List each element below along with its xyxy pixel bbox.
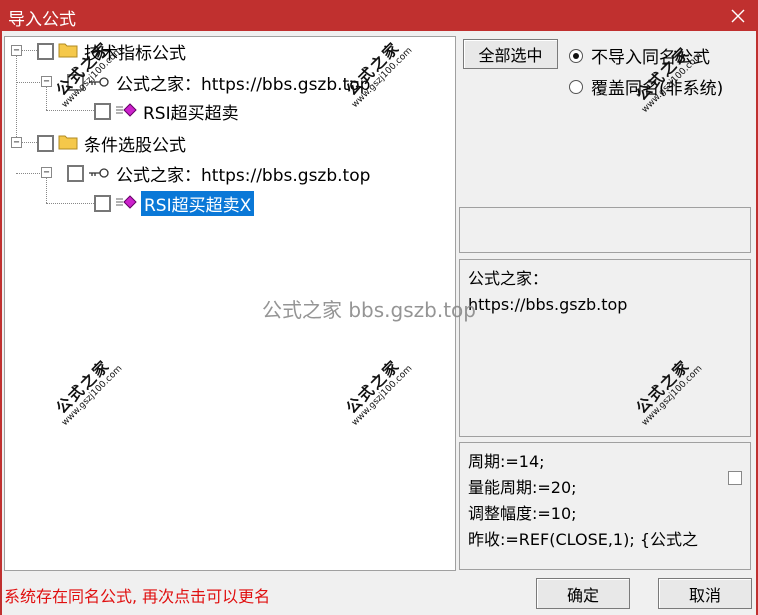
radio-overwrite[interactable]: 覆盖同名(非系统) bbox=[569, 74, 723, 99]
formula-info-text: 公式之家： https://bbs.gszb.top bbox=[468, 266, 627, 318]
node-checkbox[interactable] bbox=[94, 102, 111, 120]
radio-button[interactable] bbox=[569, 79, 583, 94]
close-icon[interactable] bbox=[718, 0, 758, 31]
radio-label: 覆盖同名(非系统) bbox=[591, 79, 724, 99]
code-line: 昨收:=REF(CLOSE,1); {公式之 bbox=[468, 530, 699, 549]
tree-connector bbox=[46, 110, 94, 111]
code-line: 周期:=14; bbox=[468, 452, 545, 471]
tree-node-stock-selection[interactable]: 条件选股公式 bbox=[37, 131, 186, 156]
tree-node-label: 条件选股公式 bbox=[84, 135, 186, 156]
tree-node-label: 技术指标公式 bbox=[84, 43, 186, 64]
node-checkbox[interactable] bbox=[37, 134, 54, 152]
radio-label: 不导入同名公式 bbox=[591, 48, 710, 68]
tree-node-source[interactable]: 公式之家：https://bbs.gszb.top bbox=[67, 70, 371, 95]
collapse-toggle[interactable]: − bbox=[11, 137, 22, 148]
tree-node-label: 公式之家：https://bbs.gszb.top bbox=[116, 74, 371, 95]
tree-node-rsi[interactable]: RSI超买超卖 bbox=[94, 99, 239, 124]
tree-node-tech-indicators[interactable]: 技术指标公式 bbox=[37, 39, 186, 64]
tree-node-label: RSI超买超卖 bbox=[143, 103, 239, 124]
formula-info-box: 公式之家： https://bbs.gszb.top bbox=[459, 259, 751, 437]
code-option-checkbox[interactable] bbox=[728, 471, 742, 485]
select-all-button[interactable]: 全部选中 bbox=[463, 39, 558, 69]
title-bar: 导入公式 bbox=[0, 0, 758, 31]
node-checkbox[interactable] bbox=[94, 194, 111, 212]
node-checkbox[interactable] bbox=[37, 42, 54, 60]
formula-code-text: 周期:=14; 量能周期:=20; 调整幅度:=10; 昨收:=REF(CLOS… bbox=[468, 449, 698, 553]
radio-no-import[interactable]: 不导入同名公式 bbox=[569, 43, 710, 68]
key-icon bbox=[88, 164, 110, 183]
collapse-toggle[interactable]: − bbox=[41, 76, 52, 87]
formula-diamond-icon bbox=[115, 194, 137, 213]
info-line: https://bbs.gszb.top bbox=[468, 295, 628, 314]
ok-button[interactable]: 确定 bbox=[536, 578, 630, 609]
node-checkbox[interactable] bbox=[67, 164, 84, 182]
collapse-toggle[interactable]: − bbox=[11, 45, 22, 56]
watermark-text: 公式之家 bbs.gszb.top bbox=[262, 298, 476, 322]
status-message: 系统存在同名公式, 再次点击可以更名 bbox=[4, 587, 271, 606]
window-title: 导入公式 bbox=[8, 10, 76, 30]
window-border-left bbox=[0, 31, 2, 615]
tree-connector bbox=[46, 203, 94, 204]
formula-diamond-icon bbox=[115, 102, 137, 121]
tree-node-rsi-x[interactable]: RSI超买超卖X bbox=[94, 190, 255, 216]
tree-connector bbox=[16, 82, 40, 83]
formula-code-box[interactable]: 周期:=14; 量能周期:=20; 调整幅度:=10; 昨收:=REF(CLOS… bbox=[459, 442, 751, 570]
cancel-button[interactable]: 取消 bbox=[658, 578, 752, 609]
collapse-toggle[interactable]: − bbox=[41, 167, 52, 178]
code-line: 调整幅度:=10; bbox=[468, 504, 577, 523]
info-line: 公式之家： bbox=[468, 269, 549, 288]
empty-field bbox=[459, 207, 751, 253]
node-checkbox[interactable] bbox=[67, 73, 84, 91]
folder-icon bbox=[58, 41, 78, 62]
radio-button[interactable] bbox=[569, 48, 583, 63]
tree-connector bbox=[16, 51, 17, 143]
tree-node-label: 公式之家：https://bbs.gszb.top bbox=[116, 165, 371, 186]
key-icon bbox=[88, 73, 110, 92]
tree-node-source[interactable]: 公式之家：https://bbs.gszb.top bbox=[67, 161, 371, 186]
folder-icon bbox=[58, 133, 78, 154]
tree-node-label-selected: RSI超买超卖X bbox=[141, 190, 255, 216]
tree-connector bbox=[16, 173, 40, 174]
code-line: 量能周期:=20; bbox=[468, 478, 577, 497]
